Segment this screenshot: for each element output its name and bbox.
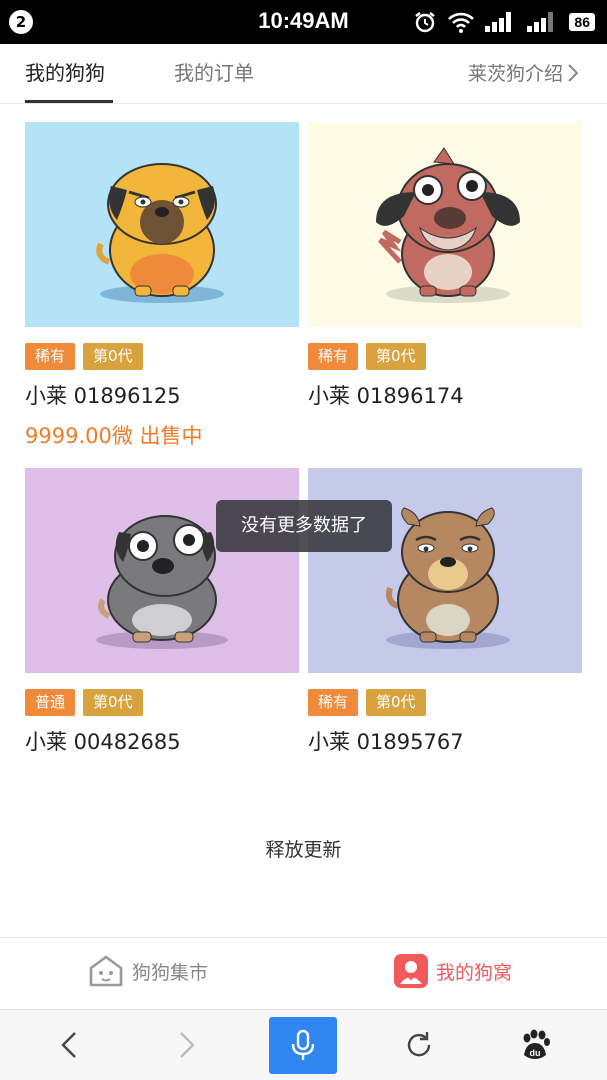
dog-card[interactable]: 稀有 第0代 小莱 01896125 9999.00微 出售中 <box>25 122 299 450</box>
yellow-pug-illustration <box>96 163 224 303</box>
active-tab-indicator <box>25 100 113 103</box>
signal-icon-sim1 <box>485 12 512 32</box>
toast-message: 没有更多数据了 <box>216 500 392 552</box>
grey-pug-illustration <box>96 515 228 649</box>
dog-image <box>25 468 299 673</box>
back-icon <box>61 1032 76 1058</box>
nav-my-den[interactable]: 我的狗窝 <box>394 954 512 988</box>
dog-image <box>308 122 582 327</box>
baidu-home-button[interactable]: du <box>510 1020 560 1070</box>
lets-dog-intro-link[interactable]: 莱茨狗介绍 <box>468 59 579 86</box>
rarity-tag: 稀有 <box>308 689 359 716</box>
refresh-icon <box>407 1032 431 1057</box>
nav-dog-market[interactable]: 狗狗集市 <box>88 954 208 988</box>
dog-name: 小莱 00482685 <box>25 730 181 754</box>
dog-image <box>25 122 299 327</box>
nav-my-den-label: 我的狗窝 <box>436 961 513 984</box>
dog-house-icon <box>89 955 123 987</box>
pull-refresh-status: 释放更新 <box>265 839 342 861</box>
alarm-icon <box>415 12 436 33</box>
forward-icon <box>180 1032 195 1058</box>
battery-level: 86 <box>569 13 595 31</box>
top-tab-bar: 我的狗狗 我的订单 莱茨狗介绍 <box>0 44 607 104</box>
dog-image <box>308 468 582 673</box>
dog-tags: 稀有 第0代 <box>308 689 582 716</box>
generation-tag: 第0代 <box>366 689 426 716</box>
status-bar: 2 10:49AM 86 <box>0 0 607 44</box>
rarity-tag: 普通 <box>25 689 76 716</box>
brown-bulldog-illustration <box>386 507 510 649</box>
voice-search-button[interactable] <box>269 1017 337 1074</box>
dog-price-status: 9999.00微 出售中 <box>25 424 203 448</box>
dog-tags: 稀有 第0代 <box>308 343 582 370</box>
status-icons: 86 <box>413 9 595 35</box>
wifi-icon <box>448 12 475 33</box>
baidu-paw-icon: du <box>523 1029 550 1059</box>
forward-button[interactable] <box>162 1020 212 1070</box>
rarity-tag: 稀有 <box>308 343 359 370</box>
user-avatar-icon <box>394 954 428 988</box>
signal-icon-sim2 <box>527 12 554 32</box>
dog-card[interactable]: 稀有 第0代 小莱 01896174 <box>308 122 582 410</box>
dog-tags: 普通 第0代 <box>25 689 299 716</box>
chevron-right-icon <box>568 63 579 82</box>
svg-text:du: du <box>530 1048 541 1058</box>
nav-dog-market-label: 狗狗集市 <box>132 961 209 984</box>
dog-tags: 稀有 第0代 <box>25 343 299 370</box>
generation-tag: 第0代 <box>83 689 143 716</box>
generation-tag: 第0代 <box>366 343 426 370</box>
bottom-nav: 狗狗集市 我的狗窝 <box>0 937 607 1009</box>
rarity-tag: 稀有 <box>25 343 76 370</box>
tab-my-dogs[interactable]: 我的狗狗 <box>25 57 105 86</box>
tab-my-orders[interactable]: 我的订单 <box>174 57 254 86</box>
red-terrier-illustration <box>376 147 520 303</box>
microphone-icon <box>291 1029 315 1060</box>
dog-name: 小莱 01896125 <box>25 384 181 408</box>
refresh-button[interactable] <box>394 1020 444 1070</box>
dog-name: 小莱 01895767 <box>308 730 464 754</box>
generation-tag: 第0代 <box>83 343 143 370</box>
browser-toolbar: du <box>0 1009 607 1080</box>
dog-name: 小莱 01896174 <box>308 384 464 408</box>
back-button[interactable] <box>44 1020 94 1070</box>
intro-link-label: 莱茨狗介绍 <box>467 63 563 85</box>
